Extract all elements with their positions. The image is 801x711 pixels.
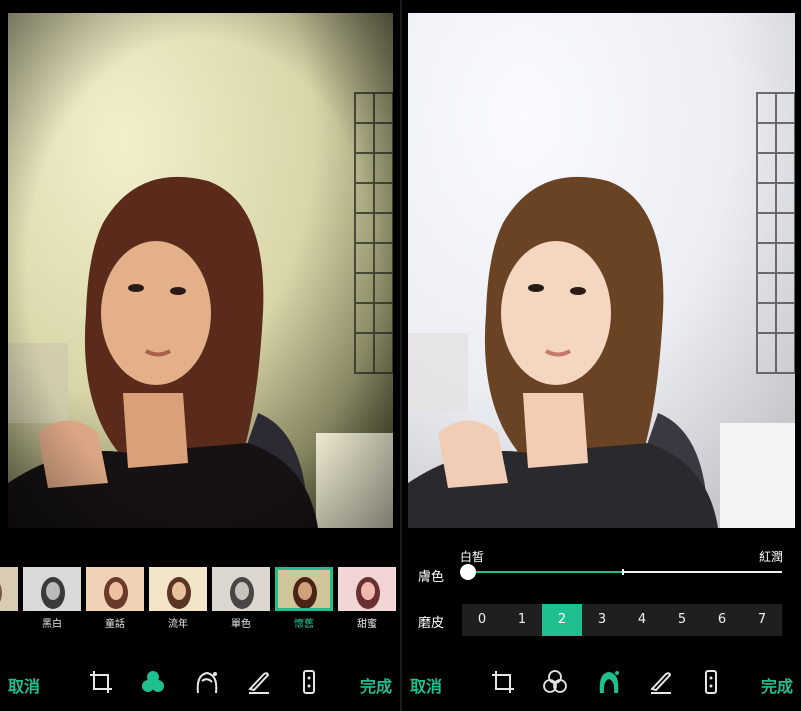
skin-tone-control: 膚色 白皙 紅潤 [402, 546, 801, 590]
filter-thumbnail [0, 567, 18, 611]
smoothing-level-3[interactable]: 3 [582, 604, 622, 636]
filter-option[interactable]: 童話 [86, 567, 144, 630]
brush-icon[interactable] [246, 669, 272, 695]
filter-label: 黑白 [42, 619, 62, 630]
filter-thumbnail [338, 567, 396, 611]
beauty-icon[interactable] [194, 669, 220, 695]
smoothing-label: 磨皮 [418, 616, 445, 631]
filter-option[interactable]: 單色 [212, 567, 270, 630]
filter-icon[interactable] [140, 669, 166, 695]
done-button[interactable]: 完成 [360, 673, 392, 697]
filter-thumbnail [149, 567, 207, 611]
filter-option[interactable]: 甜蜜 [338, 567, 396, 630]
smoothing-control: 磨皮 01234567 [402, 604, 801, 636]
filter-label: 單色 [231, 619, 251, 630]
done-button[interactable]: 完成 [761, 673, 793, 697]
right-editor-panel: 膚色 白皙 紅潤 磨皮 01234567 取消 完成 [402, 0, 801, 711]
bottom-toolbar: 取消 完成 [0, 655, 400, 711]
filter-option[interactable]: 懷舊 [275, 567, 333, 630]
smoothing-levels: 01234567 [462, 604, 782, 636]
filter-option[interactable] [0, 567, 18, 627]
smoothing-level-5[interactable]: 5 [662, 604, 702, 636]
slider-fill [468, 571, 622, 573]
photo-preview-beautified [408, 13, 795, 528]
slider-knob[interactable] [460, 564, 476, 580]
filter-thumbnail [23, 567, 81, 611]
filter-label: 童話 [105, 619, 125, 630]
cancel-button[interactable]: 取消 [8, 673, 40, 697]
skin-max-label: 紅潤 [758, 550, 783, 564]
filter-thumbnail [86, 567, 144, 611]
filter-label: 流年 [168, 619, 188, 630]
brush-icon[interactable] [648, 669, 674, 695]
filter-thumbnail [275, 567, 333, 611]
adjust-icon[interactable] [698, 669, 724, 695]
crop-icon[interactable] [490, 669, 516, 695]
filter-strip: 黑白 童話 流年 單色 懷舊 甜蜜 [0, 567, 396, 630]
smoothing-level-2[interactable]: 2 [542, 604, 582, 636]
crop-icon[interactable] [88, 669, 114, 695]
adjust-icon[interactable] [296, 669, 322, 695]
skin-tone-slider[interactable] [460, 564, 782, 580]
filter-label: 懷舊 [294, 619, 314, 630]
beauty-icon[interactable] [596, 669, 622, 695]
filter-option[interactable]: 黑白 [23, 567, 81, 630]
photo-preview-filtered [8, 13, 393, 528]
filter-thumbnail [212, 567, 270, 611]
smoothing-level-1[interactable]: 1 [502, 604, 542, 636]
slider-midpoint-tick [621, 569, 624, 575]
smoothing-level-7[interactable]: 7 [742, 604, 782, 636]
filter-icon[interactable] [542, 669, 568, 695]
left-editor-panel: 黑白 童話 流年 單色 懷舊 甜蜜 取消 完成 [0, 0, 400, 711]
smoothing-level-6[interactable]: 6 [702, 604, 742, 636]
filter-option[interactable]: 流年 [149, 567, 207, 630]
cancel-button[interactable]: 取消 [410, 673, 442, 697]
skin-min-label: 白皙 [460, 550, 485, 564]
skin-tone-label: 膚色 [418, 570, 445, 585]
smoothing-level-4[interactable]: 4 [622, 604, 662, 636]
bottom-toolbar: 取消 完成 [402, 655, 801, 711]
filter-label: 甜蜜 [357, 619, 377, 630]
smoothing-level-0[interactable]: 0 [462, 604, 502, 636]
